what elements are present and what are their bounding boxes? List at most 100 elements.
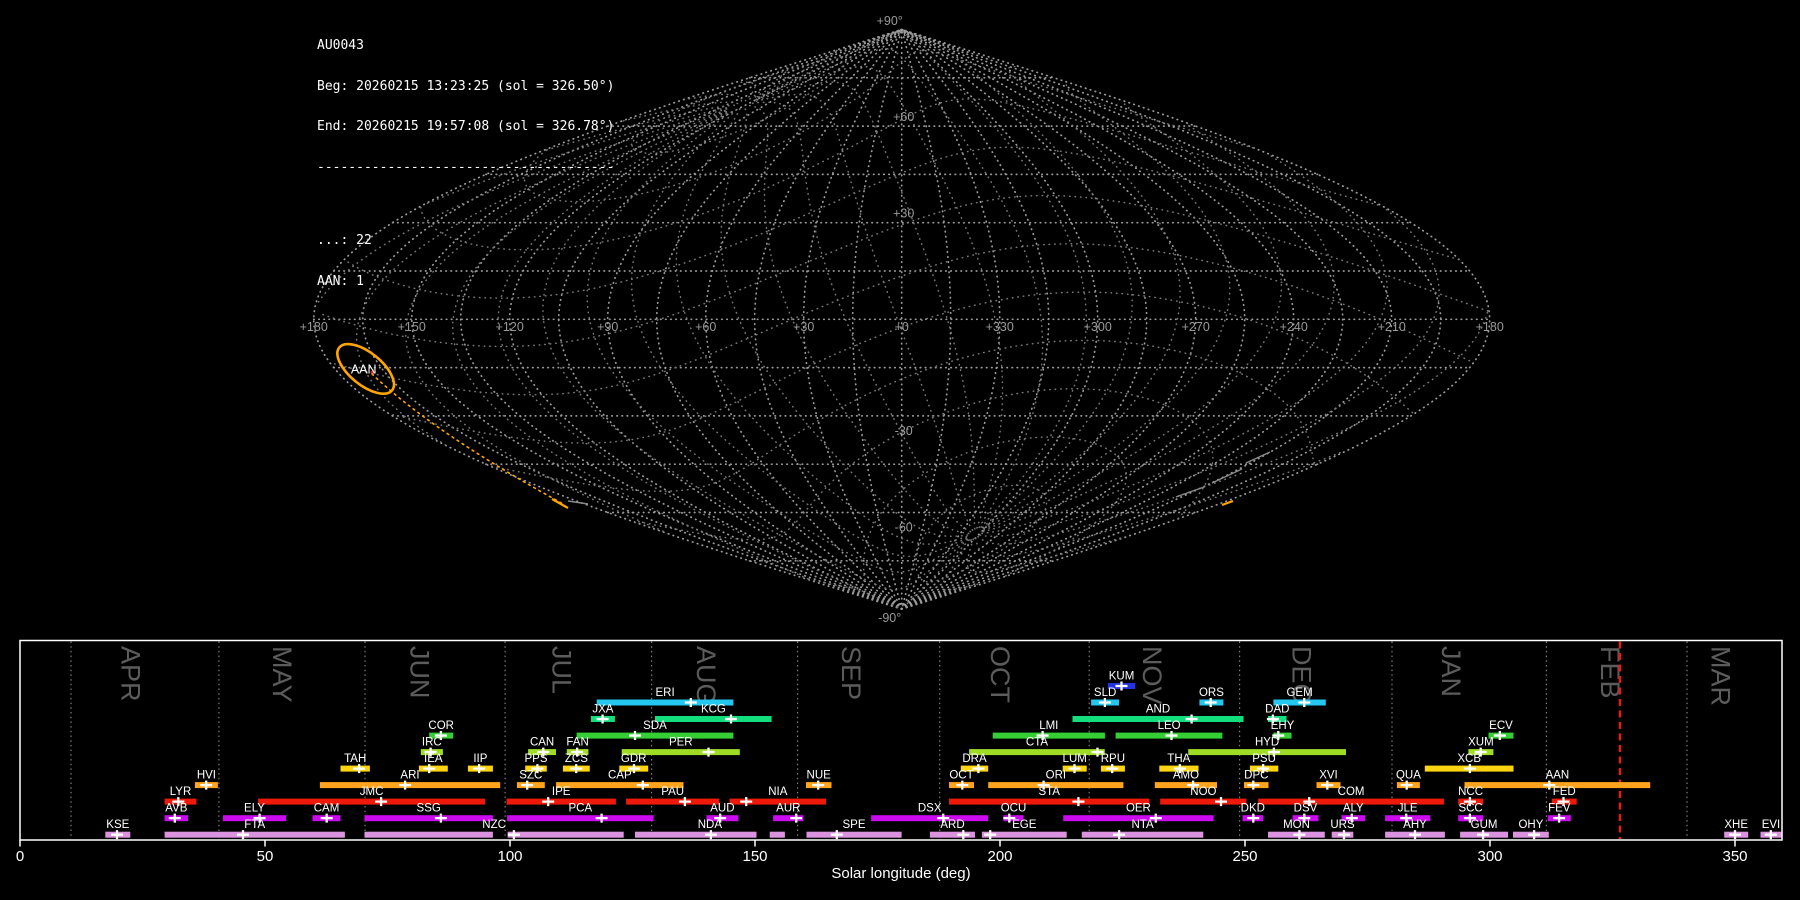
shower-label-PER: PER: [669, 737, 693, 749]
peak-marker-CAM: [320, 813, 333, 823]
shower-label-OHY: OHY: [1518, 819, 1543, 831]
x-tick-label: 0: [16, 848, 24, 865]
shower-label-HYD: HYD: [1255, 737, 1279, 749]
shower-label-ORI: ORI: [1046, 770, 1066, 782]
shower-label-NTA: NTA: [1132, 819, 1154, 831]
peak-marker-XHE: [1729, 830, 1741, 840]
shower-label-ZCS: ZCS: [565, 753, 588, 765]
shower-label-XVI: XVI: [1319, 770, 1338, 782]
month-label-MAY: MAY: [267, 646, 297, 703]
shower-label-AHY: AHY: [1403, 819, 1427, 831]
bar-FTA: [164, 831, 345, 838]
bar-SPE: [806, 831, 902, 838]
peak-marker-AVB: [168, 813, 181, 823]
peak-marker-SPE: [830, 830, 843, 840]
shower-label-NZC: NZC: [482, 819, 506, 831]
peak-marker-GUM: [1477, 830, 1490, 840]
shower-label-EHY: EHY: [1271, 720, 1295, 732]
shower-label-DRA: DRA: [962, 753, 987, 765]
shower-label-SLD: SLD: [1094, 687, 1116, 699]
peak-marker-NOO: [1215, 797, 1227, 807]
shower-label-IRC: IRC: [422, 737, 442, 749]
shower-label-RPU: RPU: [1101, 753, 1125, 765]
shower-label-ARI: ARI: [400, 770, 419, 782]
peak-marker-NIA: [740, 797, 753, 807]
peak-marker-CAP: [636, 780, 649, 790]
bar-STA: [949, 798, 1150, 805]
shower-label-OER: OER: [1126, 803, 1151, 815]
shower-label-OCU: OCU: [1001, 803, 1027, 815]
peak-marker-SZC: [521, 780, 534, 790]
shower-label-EGE: EGE: [1012, 819, 1037, 831]
peak-marker-FEV: [1553, 813, 1566, 823]
shower-label-NOO: NOO: [1190, 786, 1216, 798]
peak-marker-PER: [702, 747, 715, 757]
peak-marker-SLD: [1098, 698, 1111, 708]
x-tick-label: 50: [257, 848, 274, 865]
shower-label-LUM: LUM: [1063, 753, 1087, 765]
shower-label-NCC: NCC: [1458, 786, 1483, 798]
peak-marker-IPE: [542, 797, 555, 807]
shower-label-PSU: PSU: [1252, 753, 1276, 765]
peak-marker-XVI: [1321, 780, 1334, 790]
peak-marker-JMC: [375, 797, 388, 807]
month-label-MAR: MAR: [1705, 646, 1735, 706]
session-info-panel: AU0043 Beg: 20260215 13:23:25 (sol = 326…: [317, 12, 614, 315]
shower-label-DAD: DAD: [1265, 704, 1289, 716]
shower-label-ELY: ELY: [244, 803, 265, 815]
activity-bars: KUM ERI SLD ORS GEM JXA KCG AND DAD COR SDA LMI LEO E…: [105, 671, 1782, 840]
peak-marker-KCG: [725, 714, 737, 724]
peak-marker-FTA: [237, 830, 249, 840]
peak-marker-DKD: [1247, 813, 1260, 823]
bar-NZC: [364, 831, 493, 838]
session-id: AU0043: [317, 38, 364, 53]
shower-label-AVB: AVB: [165, 803, 187, 815]
shower-label-IIP: IIP: [473, 753, 487, 765]
bar-SDA: [576, 732, 734, 739]
shower-label-ORS: ORS: [1199, 687, 1224, 699]
peak-marker-IIP: [473, 764, 486, 774]
shower-label-GUM: GUM: [1471, 819, 1498, 831]
peak-marker-EVI: [1764, 830, 1777, 840]
shower-label-IEA: IEA: [424, 753, 443, 765]
shower-label-AAN: AAN: [1546, 770, 1570, 782]
shower-label-NDA: NDA: [698, 819, 723, 831]
peak-marker-HVI: [200, 780, 213, 790]
shower-label-SPE: SPE: [842, 819, 865, 831]
shower-label-URS: URS: [1330, 819, 1355, 831]
x-axis: 0 50 100 150 200 250 300 350 Solar longitude (de…: [16, 840, 1748, 882]
shower-label-NUE: NUE: [807, 770, 832, 782]
peak-marker-JXA: [596, 714, 609, 724]
peak-marker-ZCS: [570, 764, 583, 774]
bar-KCG: [655, 716, 772, 722]
aan-count-line: AAN: 1: [317, 273, 364, 289]
shower-label-ERI: ERI: [656, 687, 675, 699]
peak-marker-RPU: [1106, 764, 1119, 774]
shower-label-COR: COR: [428, 720, 454, 732]
sporadic-count-line: ...: 22: [317, 233, 372, 248]
shower-label-LMI: LMI: [1039, 720, 1058, 732]
x-axis-title: Solar longitude (deg): [831, 865, 970, 882]
shower-label-CAP: CAP: [608, 770, 632, 782]
shower-label-DSX: DSX: [918, 803, 942, 815]
peak-marker-EGE: [984, 830, 997, 840]
shower-label-AUR: AUR: [776, 803, 800, 815]
shower-label-LEO: LEO: [1158, 720, 1181, 732]
shower-label-XHE: XHE: [1724, 819, 1748, 831]
peak-marker-XCB: [1463, 764, 1476, 774]
shower-label-AND: AND: [1146, 704, 1170, 716]
bar-NOO: [1160, 798, 1247, 805]
shower-label-FED: FED: [1553, 786, 1576, 798]
bar-NZC: [507, 831, 624, 838]
shower-label-COM: COM: [1338, 786, 1365, 798]
x-tick-label: 300: [1477, 848, 1502, 865]
shower-label-SDA: SDA: [643, 720, 667, 732]
peak-marker-ECV: [1493, 731, 1506, 741]
bar-PCA: [507, 815, 654, 822]
shower-label-KUM: KUM: [1109, 671, 1135, 683]
shower-label-QUA: QUA: [1396, 770, 1421, 782]
shower-label-GEM: GEM: [1286, 687, 1312, 699]
bar-IPE: [506, 798, 616, 805]
shower-label-NIA: NIA: [768, 786, 788, 798]
bar-NDA: [769, 831, 785, 838]
